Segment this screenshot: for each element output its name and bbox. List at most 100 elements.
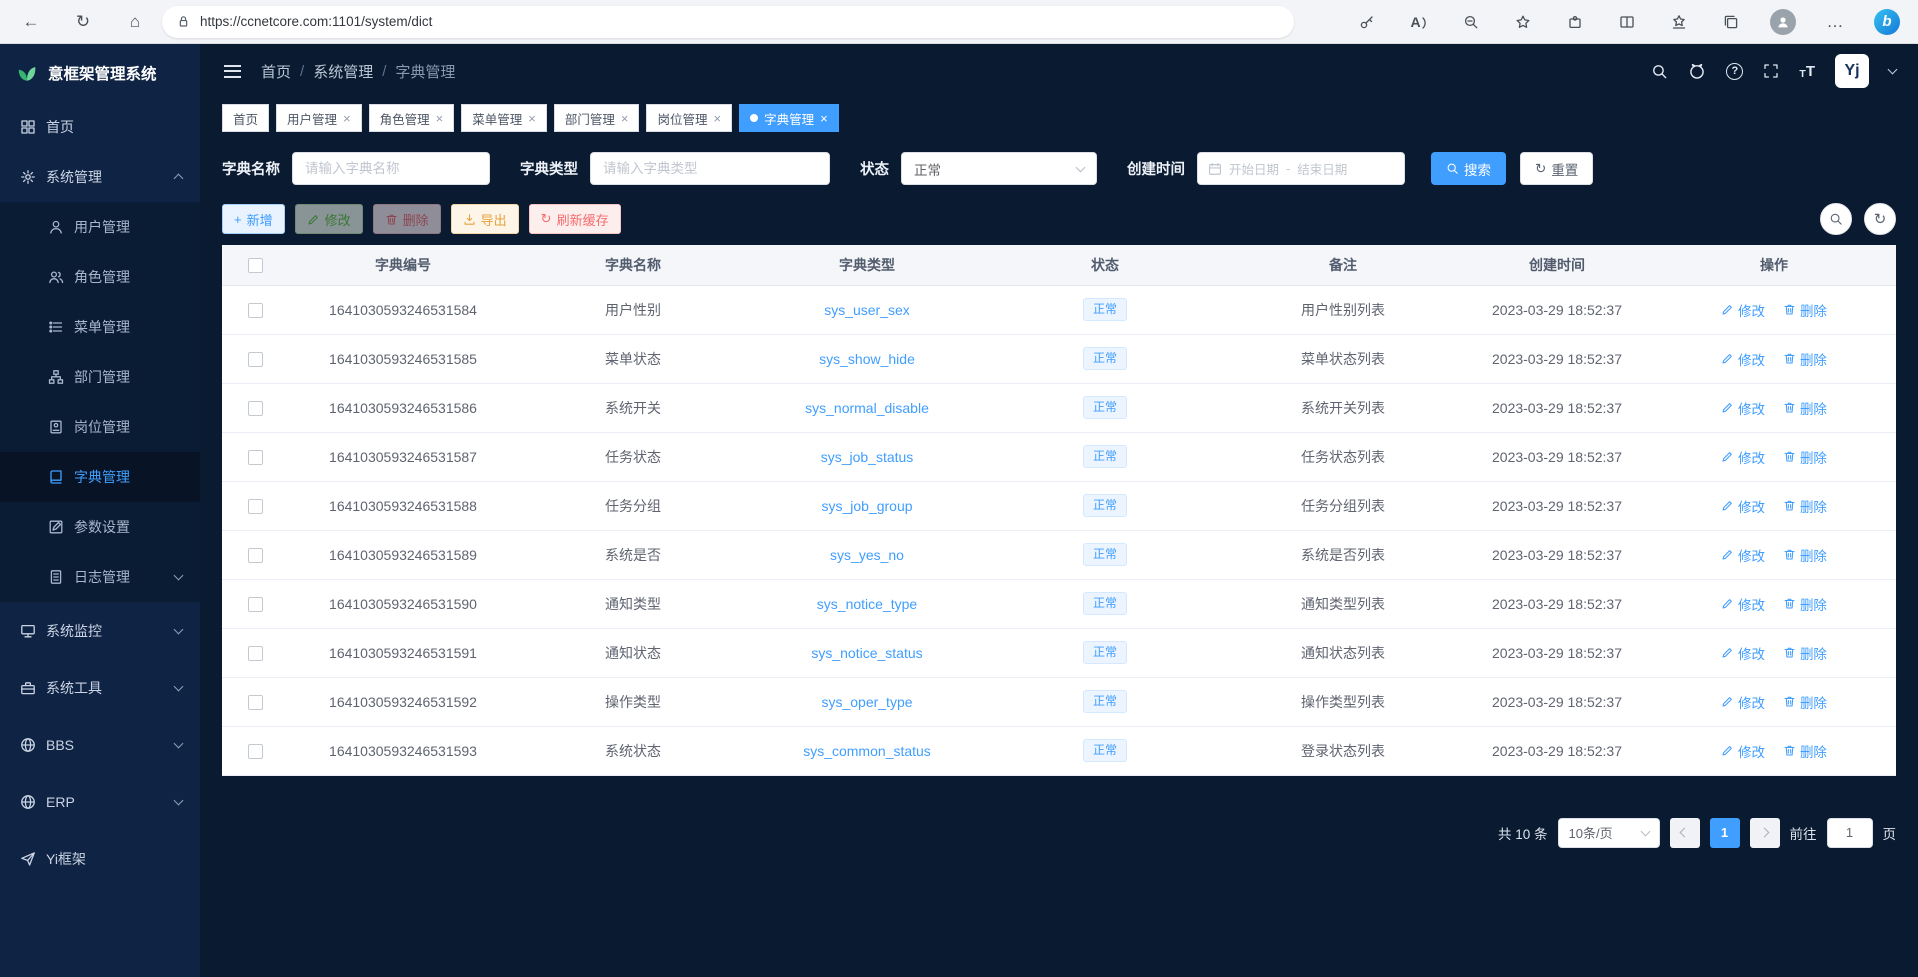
row-edit-link[interactable]: 修改	[1721, 643, 1765, 663]
close-icon[interactable]: ×	[436, 111, 444, 126]
row-checkbox[interactable]	[248, 646, 263, 661]
sidebar-item-bbs[interactable]: BBS	[0, 716, 200, 773]
row-checkbox[interactable]	[248, 548, 263, 563]
row-edit-link[interactable]: 修改	[1721, 692, 1765, 712]
dict-type-link[interactable]: sys_yes_no	[830, 547, 904, 563]
page-size-select[interactable]: 10条/页	[1558, 818, 1660, 848]
dict-type-input[interactable]	[590, 152, 830, 185]
row-delete-link[interactable]: 删除	[1783, 594, 1827, 614]
row-checkbox[interactable]	[248, 303, 263, 318]
hamburger-icon[interactable]	[222, 61, 243, 82]
next-page-button[interactable]	[1750, 818, 1780, 848]
close-icon[interactable]: ×	[343, 111, 351, 126]
delete-button[interactable]: 删除	[373, 204, 441, 234]
sidebar-item-post-management[interactable]: 岗位管理	[0, 402, 200, 452]
dict-type-link[interactable]: sys_show_hide	[819, 351, 915, 367]
row-delete-link[interactable]: 删除	[1783, 692, 1827, 712]
row-edit-link[interactable]: 修改	[1721, 300, 1765, 320]
tab-dict-management[interactable]: 字典管理×	[739, 104, 839, 132]
row-checkbox[interactable]	[248, 352, 263, 367]
date-range-picker[interactable]: 开始日期 - 结束日期	[1197, 152, 1405, 185]
sidebar-item-system-monitor[interactable]: 系统监控	[0, 602, 200, 659]
profile-avatar[interactable]	[1766, 5, 1800, 39]
tab-dept-management[interactable]: 部门管理×	[554, 104, 640, 132]
row-checkbox[interactable]	[248, 401, 263, 416]
zoom-icon[interactable]	[1454, 5, 1488, 39]
refresh-table-button[interactable]: ↻	[1864, 203, 1896, 235]
dict-type-link[interactable]: sys_job_status	[821, 449, 914, 465]
dict-type-link[interactable]: sys_notice_status	[811, 645, 922, 661]
row-delete-link[interactable]: 删除	[1783, 496, 1827, 516]
close-icon[interactable]: ×	[820, 111, 828, 126]
browser-refresh-button[interactable]: ↻	[66, 5, 100, 39]
sidebar-item-dict-management[interactable]: 字典管理	[0, 452, 200, 502]
status-select[interactable]: 正常	[901, 152, 1097, 185]
row-delete-link[interactable]: 删除	[1783, 300, 1827, 320]
sidebar-item-system-tools[interactable]: 系统工具	[0, 659, 200, 716]
search-button[interactable]: 搜索	[1431, 152, 1506, 185]
row-checkbox[interactable]	[248, 597, 263, 612]
split-screen-icon[interactable]	[1610, 5, 1644, 39]
row-checkbox[interactable]	[248, 450, 263, 465]
sidebar-item-user-management[interactable]: 用户管理	[0, 202, 200, 252]
tab-post-management[interactable]: 岗位管理×	[646, 104, 732, 132]
current-page-button[interactable]: 1	[1710, 818, 1740, 848]
dict-type-link[interactable]: sys_oper_type	[821, 694, 912, 710]
user-avatar[interactable]: Yj	[1835, 54, 1869, 88]
password-key-icon[interactable]	[1350, 5, 1384, 39]
dict-type-link[interactable]: sys_job_group	[821, 498, 912, 514]
sidebar-item-menu-management[interactable]: 菜单管理	[0, 302, 200, 352]
goto-page-input[interactable]	[1827, 818, 1873, 848]
toggle-search-button[interactable]	[1820, 203, 1852, 235]
avatar-dropdown-chevron-icon[interactable]	[1888, 65, 1898, 75]
breadcrumb-home[interactable]: 首页	[261, 61, 291, 82]
dict-type-link[interactable]: sys_notice_type	[817, 596, 917, 612]
close-icon[interactable]: ×	[528, 111, 536, 126]
bing-copilot-icon[interactable]: b	[1870, 5, 1904, 39]
row-edit-link[interactable]: 修改	[1721, 398, 1765, 418]
dict-type-link[interactable]: sys_common_status	[803, 743, 931, 759]
row-delete-link[interactable]: 删除	[1783, 643, 1827, 663]
collections-icon[interactable]	[1714, 5, 1748, 39]
edit-button[interactable]: 修改	[295, 204, 363, 234]
breadcrumb-system[interactable]: 系统管理	[313, 61, 373, 82]
row-edit-link[interactable]: 修改	[1721, 545, 1765, 565]
browser-home-button[interactable]: ⌂	[118, 5, 152, 39]
add-button[interactable]: + 新增	[222, 204, 285, 234]
add-favorite-star-icon[interactable]	[1506, 5, 1540, 39]
reset-button[interactable]: ↻ 重置	[1520, 152, 1593, 185]
github-icon[interactable]	[1688, 62, 1706, 80]
row-edit-link[interactable]: 修改	[1721, 594, 1765, 614]
sidebar-item-param-settings[interactable]: 参数设置	[0, 502, 200, 552]
font-size-icon[interactable]: TT	[1799, 63, 1815, 80]
tab-user-management[interactable]: 用户管理×	[276, 104, 362, 132]
select-all-checkbox[interactable]	[248, 258, 263, 273]
row-delete-link[interactable]: 删除	[1783, 398, 1827, 418]
row-delete-link[interactable]: 删除	[1783, 545, 1827, 565]
settings-more-icon[interactable]: …	[1818, 5, 1852, 39]
tab-home[interactable]: 首页	[222, 104, 269, 132]
dict-name-input[interactable]	[292, 152, 490, 185]
browser-address-bar[interactable]: https://ccnetcore.com:1101/system/dict	[162, 6, 1294, 38]
sidebar-item-role-management[interactable]: 角色管理	[0, 252, 200, 302]
export-button[interactable]: 导出	[451, 204, 519, 234]
row-checkbox[interactable]	[248, 695, 263, 710]
prev-page-button[interactable]	[1670, 818, 1700, 848]
sidebar-item-dept-management[interactable]: 部门管理	[0, 352, 200, 402]
help-question-icon[interactable]: ?	[1726, 63, 1743, 80]
sidebar-item-log-management[interactable]: 日志管理	[0, 552, 200, 602]
row-delete-link[interactable]: 删除	[1783, 349, 1827, 369]
sidebar-item-erp[interactable]: ERP	[0, 773, 200, 830]
close-icon[interactable]: ×	[621, 111, 629, 126]
row-delete-link[interactable]: 删除	[1783, 741, 1827, 761]
row-delete-link[interactable]: 删除	[1783, 447, 1827, 467]
row-checkbox[interactable]	[248, 744, 263, 759]
refresh-cache-button[interactable]: ↻ 刷新缓存	[529, 204, 621, 234]
row-checkbox[interactable]	[248, 499, 263, 514]
row-edit-link[interactable]: 修改	[1721, 447, 1765, 467]
row-edit-link[interactable]: 修改	[1721, 741, 1765, 761]
fullscreen-icon[interactable]	[1763, 63, 1779, 79]
extensions-puzzle-icon[interactable]	[1558, 5, 1592, 39]
row-edit-link[interactable]: 修改	[1721, 496, 1765, 516]
browser-back-button[interactable]: ←	[14, 5, 48, 39]
